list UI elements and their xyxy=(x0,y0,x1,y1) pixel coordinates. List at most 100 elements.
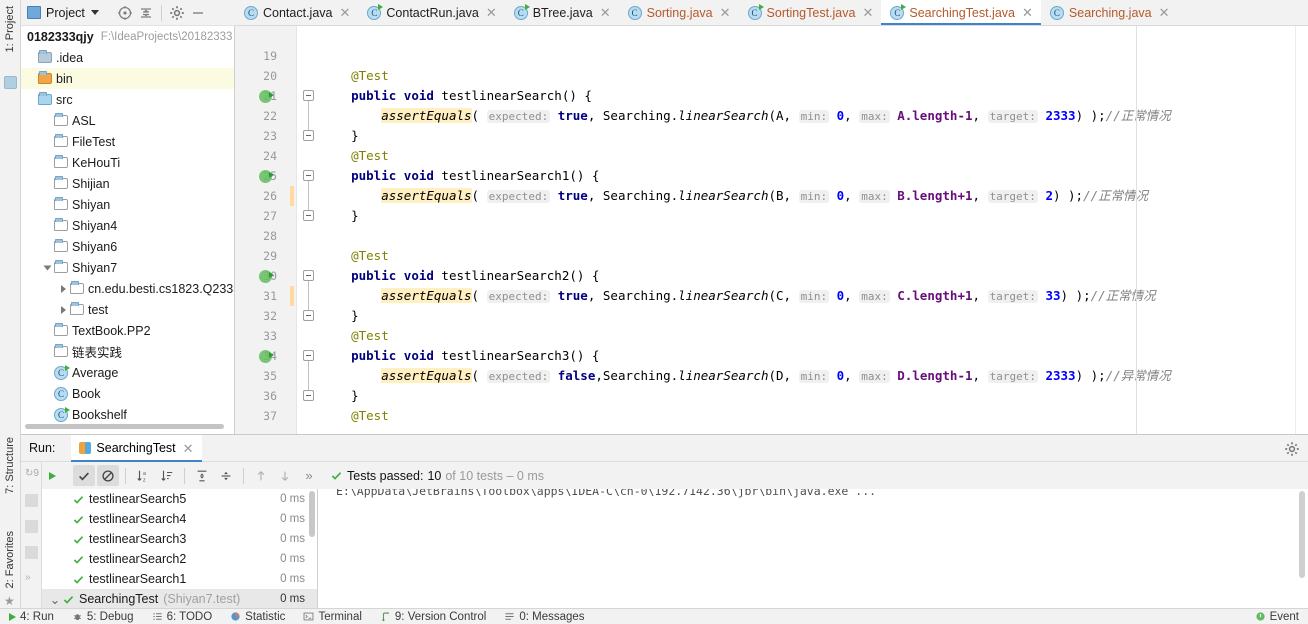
run-console[interactable]: E:\AppData\JetBrains\Toolbox\apps\IDEA-C… xyxy=(318,489,1308,608)
tree-item-book[interactable]: C Book xyxy=(21,383,234,404)
close-icon[interactable]: ✕ xyxy=(720,6,731,19)
expand-all-icon[interactable] xyxy=(191,465,213,486)
status-bar-item-6--todo[interactable]: 6: TODO xyxy=(143,611,222,623)
print-icon[interactable] xyxy=(25,520,38,533)
editor-scrollbar-track[interactable] xyxy=(1295,26,1308,434)
status-bar-event-log[interactable]: Event xyxy=(1246,611,1308,623)
tree-twisty[interactable] xyxy=(57,305,70,314)
run-settings-gear-icon[interactable] xyxy=(1284,441,1300,457)
tree-twisty[interactable] xyxy=(41,264,54,272)
chevron-down-icon[interactable] xyxy=(90,10,99,15)
tree-item-src[interactable]: src xyxy=(21,89,234,110)
test-result-row[interactable]: testlinearSearch2 0 ms xyxy=(42,549,317,569)
editor-tab-searchingtest-java[interactable]: C SearchingTest.java ✕ xyxy=(881,0,1041,25)
tree-item-shiyan4[interactable]: Shiyan4 xyxy=(21,215,234,236)
tree-item-asl[interactable]: ASL xyxy=(21,110,234,131)
fold-collapse-icon[interactable] xyxy=(303,270,314,281)
chevron-down-icon[interactable]: ⌄ xyxy=(48,592,62,607)
prev-failed-icon[interactable] xyxy=(250,465,272,486)
editor-gutter[interactable]: 19202122232425262728293031323334353637 xyxy=(235,26,297,434)
tree-item-shiyan[interactable]: Shiyan xyxy=(21,194,234,215)
close-icon[interactable]: ✕ xyxy=(862,6,873,19)
fold-end-icon[interactable] xyxy=(303,210,314,221)
tree-item-average[interactable]: C Average xyxy=(21,362,234,383)
collapse-all-icon[interactable] xyxy=(138,5,154,21)
settings-gear-icon[interactable] xyxy=(169,5,185,21)
project-dropdown-label[interactable]: Project xyxy=(46,6,85,20)
tree-item-filetest[interactable]: FileTest xyxy=(21,131,234,152)
tree-item-textbook-pp2[interactable]: TextBook.PP2 xyxy=(21,320,234,341)
status-bar-item-5--debug[interactable]: 5: Debug xyxy=(63,611,143,623)
sort-alphabetically-icon[interactable]: az xyxy=(132,465,154,486)
tree-item-shiyan6[interactable]: Shiyan6 xyxy=(21,236,234,257)
scroll-to-end-icon[interactable]: » xyxy=(25,572,38,585)
tree-item-cn-edu-besti-cs1823-q2333[interactable]: cn.edu.besti.cs1823.Q2333 xyxy=(21,278,234,299)
editor-tab-contact-java[interactable]: C Contact.java ✕ xyxy=(235,0,358,25)
tree-item-test[interactable]: test xyxy=(21,299,234,320)
fold-collapse-icon[interactable] xyxy=(303,170,314,181)
tree-item--idea[interactable]: .idea xyxy=(21,47,234,68)
editor-fold-column[interactable] xyxy=(297,26,321,434)
close-icon[interactable]: ✕ xyxy=(600,6,611,19)
hide-ignored-icon[interactable] xyxy=(97,465,119,486)
editor-tab-contactrun-java[interactable]: C ContactRun.java ✕ xyxy=(358,0,504,25)
sort-by-duration-icon[interactable] xyxy=(156,465,178,486)
tree-twisty[interactable] xyxy=(57,284,70,293)
gutter-run-test-icon[interactable] xyxy=(259,90,274,103)
status-bar-item-4--run[interactable]: 4: Run xyxy=(0,611,63,623)
fold-end-icon[interactable] xyxy=(303,310,314,321)
tree-item-kehouti[interactable]: KeHouTi xyxy=(21,152,234,173)
editor-tab-sortingtest-java[interactable]: C SortingTest.java ✕ xyxy=(739,0,882,25)
collapse-all-icon[interactable] xyxy=(215,465,237,486)
test-result-row[interactable]: testlinearSearch1 0 ms xyxy=(42,569,317,589)
rerun-failed-icon[interactable]: ↻9 xyxy=(25,468,39,481)
sidebar-strip-favorites[interactable]: 2: Favorites xyxy=(4,531,16,588)
close-icon[interactable]: ✕ xyxy=(1159,6,1170,19)
editor-tab-searching-java[interactable]: C Searching.java ✕ xyxy=(1041,0,1178,25)
tree-item-bookshelf[interactable]: C Bookshelf xyxy=(21,404,234,425)
tree-root-row[interactable]: 0182333qjy F:\IdeaProjects\20182333 xyxy=(21,26,234,47)
close-icon[interactable]: ✕ xyxy=(486,6,497,19)
test-result-row[interactable]: ⌄ SearchingTest (Shiyan7.test) 0 ms xyxy=(42,589,317,608)
project-tree-scrollbar[interactable] xyxy=(25,424,224,429)
sidebar-strip-project[interactable]: 1: Project xyxy=(4,6,16,52)
test-tree-scrollbar[interactable] xyxy=(309,491,315,537)
editor-code-area[interactable]: @Test public void testlinearSearch() { a… xyxy=(321,26,1308,434)
chevron-right-icon[interactable] xyxy=(61,305,66,314)
test-results-tree[interactable]: testlinearSearch5 0 ms testlinearSearch4 0 … xyxy=(42,489,318,608)
chevron-down-icon[interactable] xyxy=(43,265,52,270)
fold-end-icon[interactable] xyxy=(303,390,314,401)
fold-collapse-icon[interactable] xyxy=(303,90,314,101)
status-bar-item-statistic[interactable]: Statistic xyxy=(221,611,294,623)
fold-collapse-icon[interactable] xyxy=(303,350,314,361)
stop-icon[interactable] xyxy=(25,494,38,507)
show-passed-icon[interactable] xyxy=(73,465,95,486)
close-icon[interactable]: ✕ xyxy=(183,442,194,455)
hide-icon[interactable] xyxy=(190,5,206,21)
tree-item-bin[interactable]: bin xyxy=(21,68,234,89)
tree-item-shiyan7[interactable]: Shiyan7 xyxy=(21,257,234,278)
vcs-change-marker[interactable] xyxy=(290,286,294,306)
status-bar-item-terminal[interactable]: Terminal xyxy=(294,611,370,623)
locate-icon[interactable] xyxy=(117,5,133,21)
gutter-run-test-icon[interactable] xyxy=(259,350,274,363)
editor-tab-btree-java[interactable]: C BTree.java ✕ xyxy=(505,0,619,25)
chevron-right-icon[interactable] xyxy=(61,284,66,293)
console-scrollbar[interactable] xyxy=(1299,491,1305,578)
gutter-run-test-icon[interactable] xyxy=(259,170,274,183)
gutter-run-test-icon[interactable] xyxy=(259,270,274,283)
code-editor[interactable]: 19202122232425262728293031323334353637 @… xyxy=(235,26,1308,434)
close-icon[interactable]: ✕ xyxy=(1022,6,1033,19)
more-icon[interactable]: » xyxy=(298,465,320,486)
status-bar-item-0--messages[interactable]: 0: Messages xyxy=(495,611,593,623)
next-failed-icon[interactable] xyxy=(274,465,296,486)
tree-item-shijian[interactable]: Shijian xyxy=(21,173,234,194)
vcs-change-marker[interactable] xyxy=(290,186,294,206)
fold-end-icon[interactable] xyxy=(303,130,314,141)
status-bar-item-9--version-control[interactable]: 9: Version Control xyxy=(371,611,495,623)
sidebar-strip-structure[interactable]: 7: Structure xyxy=(4,437,16,494)
run-config-tab[interactable]: SearchingTest ✕ xyxy=(71,434,202,462)
test-result-row[interactable]: testlinearSearch5 0 ms xyxy=(42,489,317,509)
tree-item-链表实践[interactable]: 链表实践 xyxy=(21,341,234,362)
test-result-row[interactable]: testlinearSearch3 0 ms xyxy=(42,529,317,549)
